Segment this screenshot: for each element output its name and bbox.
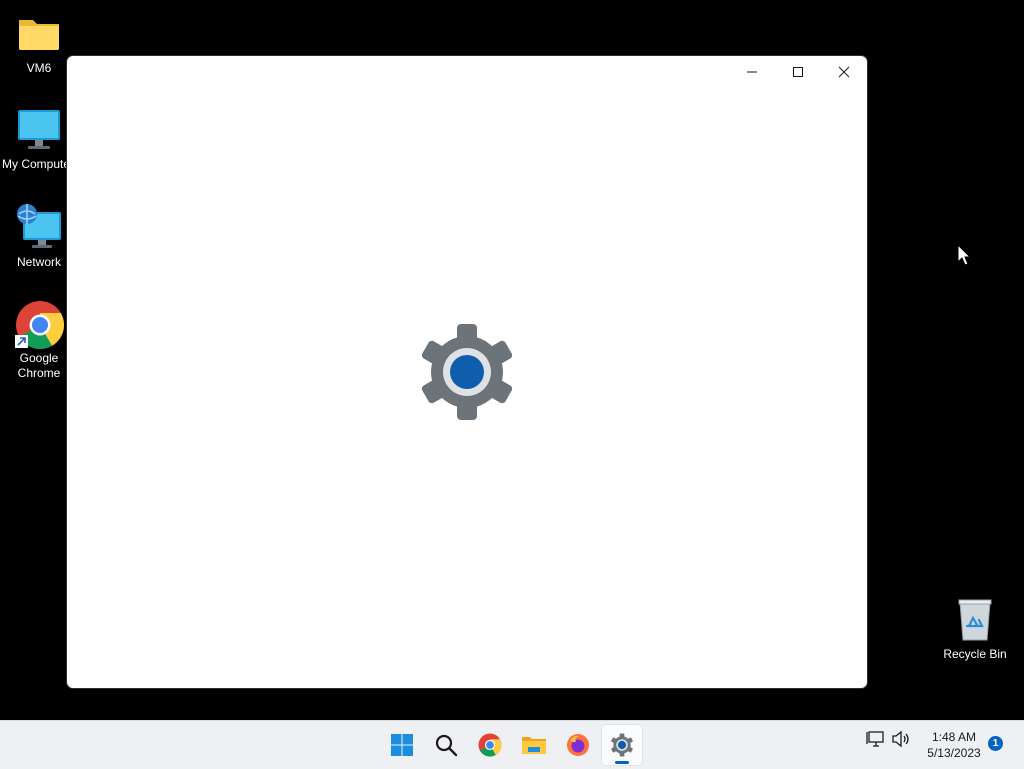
file-explorer-icon	[522, 737, 546, 754]
network-icon	[15, 204, 63, 252]
notification-badge[interactable]: 1	[988, 736, 1003, 751]
taskbar: 1:48 AM 5/13/2023	[0, 720, 1024, 769]
chrome-taskbar-button[interactable]	[470, 725, 510, 765]
active-app-indicator	[615, 761, 629, 764]
mouse-pointer-icon	[957, 244, 971, 266]
close-button[interactable]	[821, 56, 867, 88]
desktop-icon-label: Recycle Bin	[943, 647, 1007, 661]
settings-taskbar-button[interactable]	[602, 725, 642, 765]
maximize-icon	[793, 67, 803, 77]
minimize-button[interactable]	[729, 56, 775, 88]
chrome-icon	[478, 733, 502, 757]
recycle-bin-icon	[951, 596, 999, 644]
network-tray-button[interactable]	[866, 729, 886, 754]
close-icon	[838, 66, 850, 78]
start-icon	[391, 734, 413, 756]
desktop-icon-recycle-bin[interactable]: Recycle Bin	[936, 596, 1014, 662]
start-button[interactable]	[382, 725, 422, 765]
desktop-icon-label: My Computer	[2, 157, 68, 171]
search-button[interactable]	[426, 725, 466, 765]
file-explorer-taskbar-button[interactable]	[514, 725, 554, 765]
chrome-icon	[15, 300, 65, 350]
volume-icon	[892, 730, 909, 748]
clock[interactable]: 1:48 AM 5/13/2023	[918, 729, 990, 761]
network-status-icon	[866, 731, 884, 747]
clock-date: 5/13/2023	[927, 746, 981, 760]
firefox-taskbar-button[interactable]	[558, 725, 598, 765]
settings-window[interactable]	[67, 56, 867, 688]
minimize-icon	[747, 71, 757, 73]
settings-icon	[611, 733, 633, 757]
search-icon	[435, 734, 458, 757]
monitor-icon	[15, 106, 63, 154]
clock-time: 1:48 AM	[931, 730, 977, 744]
maximize-button[interactable]	[775, 56, 821, 88]
firefox-icon	[567, 734, 589, 756]
settings-gear-icon	[417, 324, 517, 420]
folder-icon	[15, 10, 63, 58]
volume-tray-button[interactable]	[891, 729, 911, 754]
